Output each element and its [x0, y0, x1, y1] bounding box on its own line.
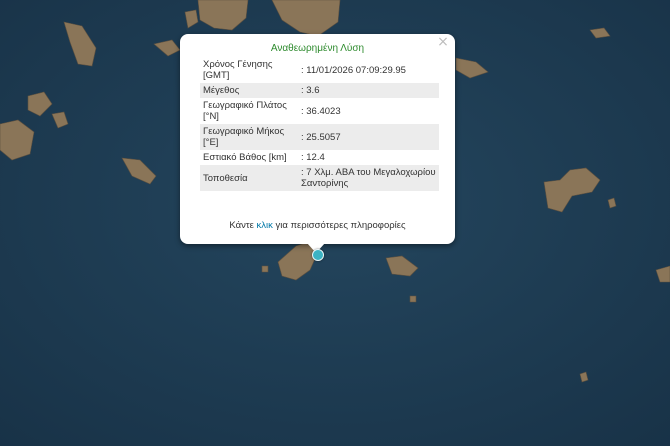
more-info-suffix: για περισσότερες πληροφορίες	[275, 220, 406, 231]
value-magnitude: : 3.6	[298, 83, 439, 98]
label-latitude: Γεωγραφικό Πλάτος [°N]	[200, 98, 298, 124]
value-origin-time: : 11/01/2026 07:09:29.95	[298, 57, 439, 83]
label-origin-time: Χρόνος Γένησης [GMT]	[200, 57, 298, 83]
table-row: Γεωγραφικό Πλάτος [°N] : 36.4023	[200, 98, 439, 124]
label-depth: Εστιακό Βάθος [km]	[200, 150, 298, 165]
table-row: Τοποθεσία : 7 Χλμ. ΑΒΑ του Μεγαλοχωρίου …	[200, 165, 439, 191]
value-location: : 7 Χλμ. ΑΒΑ του Μεγαλοχωρίου Σαντορίνης	[298, 165, 439, 191]
earthquake-details-table: Χρόνος Γένησης [GMT] : 11/01/2026 07:09:…	[200, 57, 439, 191]
popup-title: Αναθεωρημένη Λύση	[270, 43, 365, 54]
more-info-link[interactable]: κλικ	[257, 220, 273, 231]
label-longitude: Γεωγραφικό Μήκος [°E]	[200, 124, 298, 150]
more-info-line: Κάντε κλικ για περισσότερες πληροφορίες	[180, 220, 455, 231]
table-row: Μέγεθος : 3.6	[200, 83, 439, 98]
island-tiny-4	[261, 265, 269, 273]
table-row: Γεωγραφικό Μήκος [°E] : 25.5057	[200, 124, 439, 150]
earthquake-epicenter-marker[interactable]	[312, 249, 324, 261]
more-info-prefix: Κάντε	[229, 220, 254, 231]
island-tiny-2	[409, 295, 417, 303]
value-latitude: : 36.4023	[298, 98, 439, 124]
earthquake-info-popup: × Αναθεωρημένη Λύση Χρόνος Γένησης [GMT]…	[180, 34, 455, 244]
value-depth: : 12.4	[298, 150, 439, 165]
table-row: Εστιακό Βάθος [km] : 12.4	[200, 150, 439, 165]
label-magnitude: Μέγεθος	[200, 83, 298, 98]
value-longitude: : 25.5057	[298, 124, 439, 150]
label-location: Τοποθεσία	[200, 165, 298, 191]
table-row: Χρόνος Γένησης [GMT] : 11/01/2026 07:09:…	[200, 57, 439, 83]
